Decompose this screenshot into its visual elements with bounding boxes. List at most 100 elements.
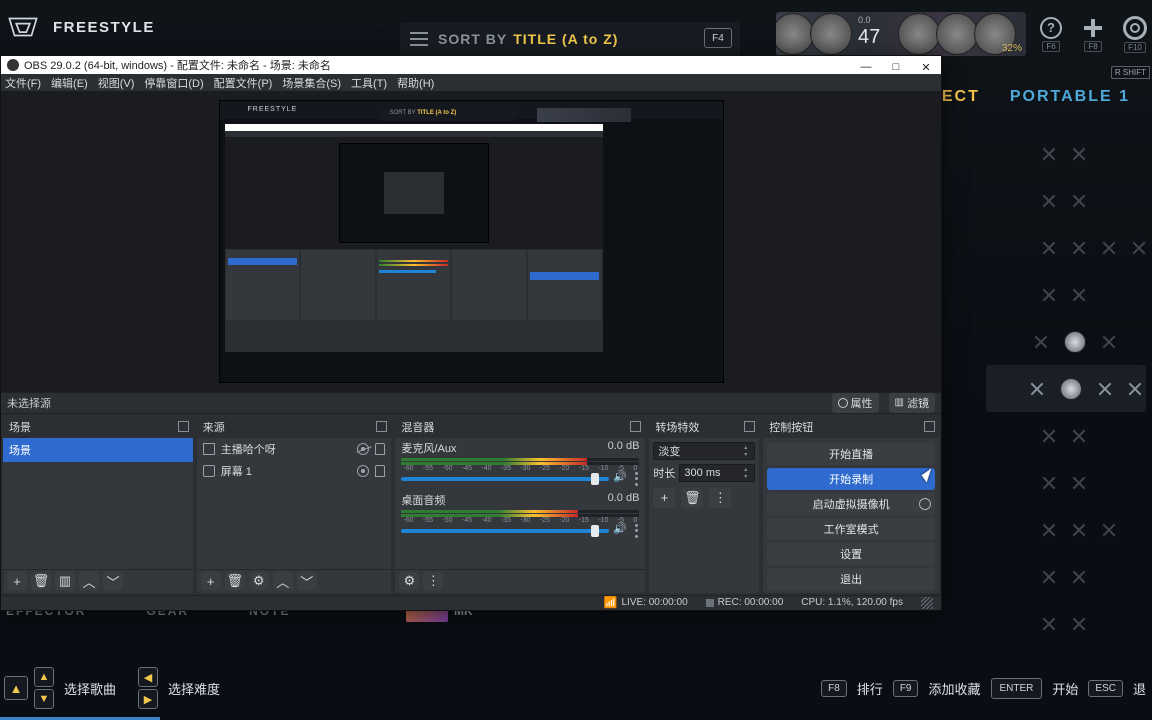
scene-filter-button[interactable]: ▥ — [55, 572, 75, 590]
settings-button[interactable]: 设置 — [767, 543, 935, 565]
mode-label: FREESTYLE — [53, 19, 155, 36]
level-small: 0.0 — [858, 15, 871, 25]
sort-bar[interactable]: SORT BY TITLE (A to Z) F4 — [400, 22, 740, 56]
keybadge-rshift: R SHIFT — [1111, 66, 1150, 79]
start-vcam-button[interactable]: 启动虚拟摄像机 — [767, 493, 935, 515]
status-rec: REC: 00:00:00 — [706, 597, 784, 608]
difficulty-grid — [986, 130, 1146, 647]
mixer-menu-button[interactable]: ⋮ — [423, 572, 443, 590]
profile-strip[interactable]: 0.0 47 32% — [776, 12, 1026, 56]
selected-song-row[interactable] — [986, 365, 1146, 412]
game-top-bar: FREESTYLE SORT BY TITLE (A to Z) F4 0.0 … — [0, 0, 1152, 54]
start-label[interactable]: 开始 — [1052, 679, 1078, 698]
obs-app-icon — [7, 59, 19, 71]
properties-button[interactable]: 属性 — [832, 393, 879, 413]
speaker-icon[interactable] — [615, 472, 629, 486]
menu-help[interactable]: 帮助(H) — [397, 75, 434, 91]
help-button[interactable]: ?F6 — [1034, 14, 1068, 54]
transition-menu-button[interactable]: ⋮ — [709, 488, 731, 508]
source-up-button[interactable]: ︿ — [273, 572, 293, 590]
keybadge-f9: F9 — [893, 680, 919, 697]
popout-icon[interactable] — [744, 421, 755, 432]
minimize-button[interactable]: — — [851, 56, 881, 78]
mixer-settings-button[interactable]: ⚙ — [399, 572, 419, 590]
dock-scenes: 场景 场景 + 🗑 ▥ ︿ ﹀ — [3, 416, 193, 593]
preview-canvas: FREESTYLE SORT BY TITLE (A to Z) — [219, 100, 724, 383]
mixer-channel-desktop: 桌面音频0.0 dB -60-55-50-45-40-35-30-25-20-1… — [395, 490, 645, 542]
volume-slider[interactable] — [401, 472, 639, 486]
transition-select[interactable]: 淡变▴▾ — [653, 442, 755, 460]
obs-source-toolbar: 未选择源 属性 ▥滤镜 — [1, 392, 941, 414]
keybadge-enter: ENTER — [991, 678, 1043, 699]
visibility-toggle[interactable] — [357, 465, 369, 477]
menu-icon — [410, 32, 428, 46]
source-props-button[interactable]: ⚙ — [249, 572, 269, 590]
studio-mode-button[interactable]: 工作室模式 — [767, 518, 935, 540]
popout-icon[interactable] — [178, 421, 189, 432]
rank-label[interactable]: 排行 — [857, 679, 883, 698]
menu-tools[interactable]: 工具(T) — [351, 75, 387, 91]
add-source-button[interactable]: + — [201, 572, 221, 590]
close-button[interactable]: ✕ — [911, 56, 941, 78]
duration-label: 时长 — [653, 465, 675, 481]
kebab-icon[interactable] — [635, 524, 639, 538]
scene-down-button[interactable]: ﹀ — [103, 572, 123, 590]
disc-icon — [1060, 378, 1082, 400]
back-label[interactable]: 退 — [1133, 679, 1146, 698]
obs-preview[interactable]: FREESTYLE SORT BY TITLE (A to Z) — [1, 91, 941, 392]
popout-icon[interactable] — [630, 421, 641, 432]
source-down-button[interactable]: ﹀ — [297, 572, 317, 590]
menu-scene-collection[interactable]: 场景集合(S) — [282, 75, 341, 91]
popout-icon[interactable] — [376, 421, 387, 432]
add-transition-button[interactable]: + — [653, 488, 675, 508]
menu-view[interactable]: 视图(V) — [98, 75, 135, 91]
obs-titlebar[interactable]: OBS 29.0.2 (64-bit, windows) - 配置文件: 未命名… — [1, 56, 941, 74]
filters-button[interactable]: ▥滤镜 — [889, 393, 935, 413]
speaker-icon[interactable] — [615, 524, 629, 538]
obs-title: OBS 29.0.2 (64-bit, windows) - 配置文件: 未命名… — [24, 57, 331, 73]
scene-up-button[interactable]: ︿ — [79, 572, 99, 590]
dock-transitions: 转场特效 淡变▴▾ 时长 300 ms▴▾ + 🗑 ⋮ — [649, 416, 759, 593]
dock-title: 转场特效 — [655, 419, 699, 435]
gear-icon[interactable] — [919, 498, 931, 510]
add-scene-button[interactable]: + — [7, 572, 27, 590]
level-big: 47 — [858, 26, 880, 49]
no-selection-label: 未选择源 — [7, 395, 51, 411]
start-streaming-button[interactable]: 开始直播 — [767, 443, 935, 465]
popout-icon[interactable] — [924, 421, 935, 432]
menu-docks[interactable]: 停靠窗口(D) — [144, 75, 203, 91]
keybadge-f4: F4 — [704, 28, 732, 48]
resize-grip[interactable] — [921, 597, 933, 609]
dock-mixer: 混音器 麦克风/Aux0.0 dB -60-55-50-45-40-35-30-… — [395, 416, 645, 593]
remove-transition-button[interactable]: 🗑 — [681, 488, 703, 508]
lock-toggle[interactable] — [375, 443, 385, 455]
duration-input[interactable]: 300 ms▴▾ — [679, 464, 755, 482]
plus-icon — [1082, 17, 1104, 39]
dock-sources: 来源 主播哈个呀 屏幕 1 + 🗑 ⚙ ︿ — [197, 416, 392, 593]
settings-button[interactable]: F10 — [1118, 14, 1152, 54]
game-bottom-bar: ▲ ▲▼ 选择歌曲 ◀▶ 选择难度 F8 排行 F9 添加收藏 ENTER 开始… — [0, 668, 1152, 708]
help-icon: ? — [1040, 17, 1062, 39]
kebab-icon[interactable] — [635, 472, 639, 486]
menu-file[interactable]: 文件(F) — [5, 75, 41, 91]
fav-label[interactable]: 添加收藏 — [928, 679, 980, 698]
exit-button[interactable]: 退出 — [767, 568, 935, 590]
dock-controls: 控制按钮 开始直播 开始录制 启动虚拟摄像机 工作室模式 设置 退出 — [763, 416, 939, 593]
remove-scene-button[interactable]: 🗑 — [31, 572, 51, 590]
volume-slider[interactable] — [401, 524, 639, 538]
select-song-label: 选择歌曲 — [64, 679, 116, 698]
tab-portable[interactable]: PORTABLE 1 — [1010, 88, 1130, 106]
add-button[interactable]: F8 — [1076, 14, 1110, 54]
scene-row[interactable]: 场景 — [3, 438, 193, 462]
lock-toggle[interactable] — [375, 465, 385, 477]
dock-title: 来源 — [203, 419, 225, 435]
visibility-toggle[interactable] — [357, 443, 369, 455]
maximize-button[interactable]: □ — [881, 56, 911, 78]
source-row[interactable]: 屏幕 1 — [197, 460, 392, 482]
start-recording-button[interactable]: 开始录制 — [767, 468, 935, 490]
source-row[interactable]: 主播哈个呀 — [197, 438, 392, 460]
obs-statusbar: 📶LIVE: 00:00:00 REC: 00:00:00 CPU: 1.1%,… — [1, 595, 941, 610]
remove-source-button[interactable]: 🗑 — [225, 572, 245, 590]
menu-profile[interactable]: 配置文件(P) — [214, 75, 273, 91]
menu-edit[interactable]: 编辑(E) — [51, 75, 88, 91]
